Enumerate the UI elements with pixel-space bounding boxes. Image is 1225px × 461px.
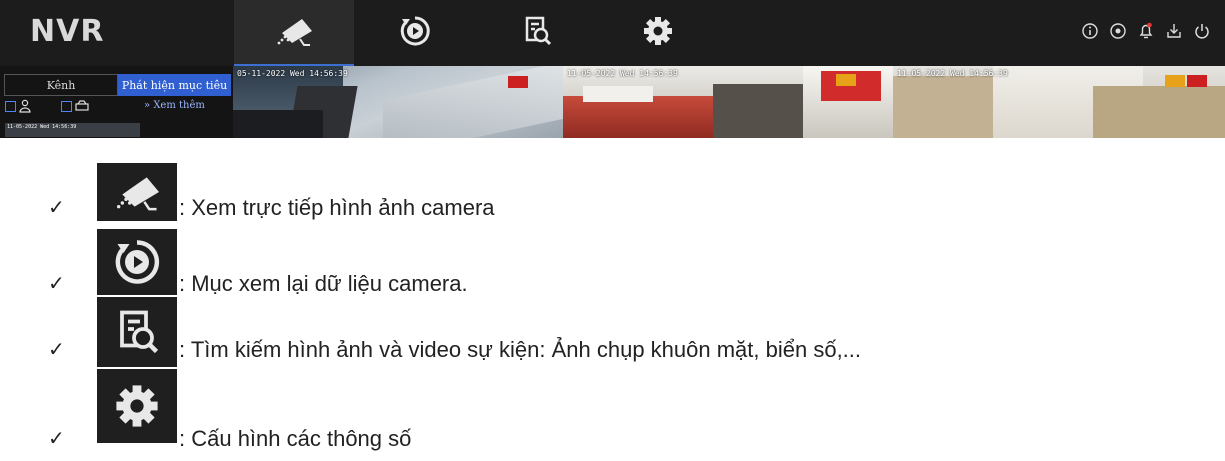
legend-item-settings: ✓ : Cấu hình các thông số	[0, 369, 1225, 451]
info-icon[interactable]	[1081, 22, 1099, 40]
power-icon[interactable]	[1193, 22, 1211, 40]
see-more-label: Xem thêm	[153, 100, 205, 111]
see-more-link[interactable]: » Xem thêm	[144, 100, 205, 111]
person-icon	[19, 99, 31, 116]
camera-feed-1[interactable]: 05-11-2022 Wed 14:56:39	[233, 66, 563, 138]
legend-text: : Xem trực tiếp hình ảnh camera	[179, 195, 495, 220]
tab-playback[interactable]	[355, 0, 475, 66]
legend-item-live-view: ✓ : Xem trực tiếp hình ảnh camera	[0, 163, 1225, 221]
nvr-screenshot: NVR Kênh Phát hiện mục tiêu » Xem thêm 1…	[0, 0, 1225, 138]
tab-channel[interactable]: Kênh	[4, 74, 118, 96]
alarm-flag-icon	[836, 74, 856, 86]
checkmark-icon: ✓	[48, 195, 65, 219]
playback-icon	[97, 229, 177, 295]
legend-item-search: ✓ : Tìm kiếm hình ảnh và video sự kiện: …	[0, 297, 1225, 367]
tab-settings[interactable]	[598, 0, 718, 66]
camera-icon	[270, 13, 318, 53]
gear-icon	[641, 14, 675, 52]
detection-filters: » Xem thêm	[5, 99, 231, 119]
feed-timestamp: 11-05-2022 Wed 14:56:39	[567, 69, 678, 78]
legend-text: : Cấu hình các thông số	[179, 426, 412, 451]
thumbnail-timestamp: 11-05-2022 Wed 14:56:39	[7, 124, 77, 130]
alarm-flag-icon	[1187, 75, 1207, 87]
legend-item-playback: ✓ : Mục xem lại dữ liệu camera.	[0, 229, 1225, 296]
system-icons	[1081, 22, 1211, 40]
camera-feed-2[interactable]: 11-05-2022 Wed 14:56:39	[563, 66, 893, 138]
legend-text: : Tìm kiếm hình ảnh và video sự kiện: Ản…	[179, 337, 862, 362]
vehicle-checkbox[interactable]	[61, 101, 72, 112]
tab-target-detection[interactable]: Phát hiện mục tiêu	[118, 74, 231, 96]
record-icon[interactable]	[1109, 22, 1127, 40]
feed-timestamp: 05-11-2022 Wed 14:56:39	[237, 69, 348, 78]
person-checkbox[interactable]	[5, 101, 16, 112]
checkmark-icon: ✓	[48, 271, 65, 295]
search-file-icon	[97, 297, 177, 367]
checkmark-icon: ✓	[48, 426, 65, 450]
vehicle-icon	[75, 100, 89, 115]
search-file-icon	[519, 13, 555, 53]
notification-bell-icon[interactable]	[1137, 22, 1155, 40]
feed-timestamp: 11-05-2022 Wed 14:56:39	[897, 69, 1008, 78]
channel-thumbnail[interactable]: 11-05-2022 Wed 14:56:39	[5, 123, 140, 137]
download-icon[interactable]	[1165, 22, 1183, 40]
camera-icon	[97, 163, 177, 221]
checkmark-icon: ✓	[48, 337, 65, 361]
top-navigation-bar: NVR	[0, 0, 1225, 66]
legend-text: : Mục xem lại dữ liệu camera.	[179, 271, 468, 296]
alarm-flag-icon	[1165, 75, 1185, 87]
double-chevron-right-icon: »	[144, 100, 151, 111]
app-logo: NVR	[30, 14, 105, 49]
camera-feed-3[interactable]: 11-05-2022 Wed 14:56:39	[893, 66, 1225, 138]
channel-panel: Kênh Phát hiện mục tiêu » Xem thêm 11-05…	[0, 66, 233, 138]
alarm-flag-icon	[508, 76, 528, 88]
tab-live-view[interactable]	[234, 0, 354, 66]
playback-icon	[397, 13, 433, 53]
gear-icon	[97, 369, 177, 443]
tab-search[interactable]	[477, 0, 597, 66]
